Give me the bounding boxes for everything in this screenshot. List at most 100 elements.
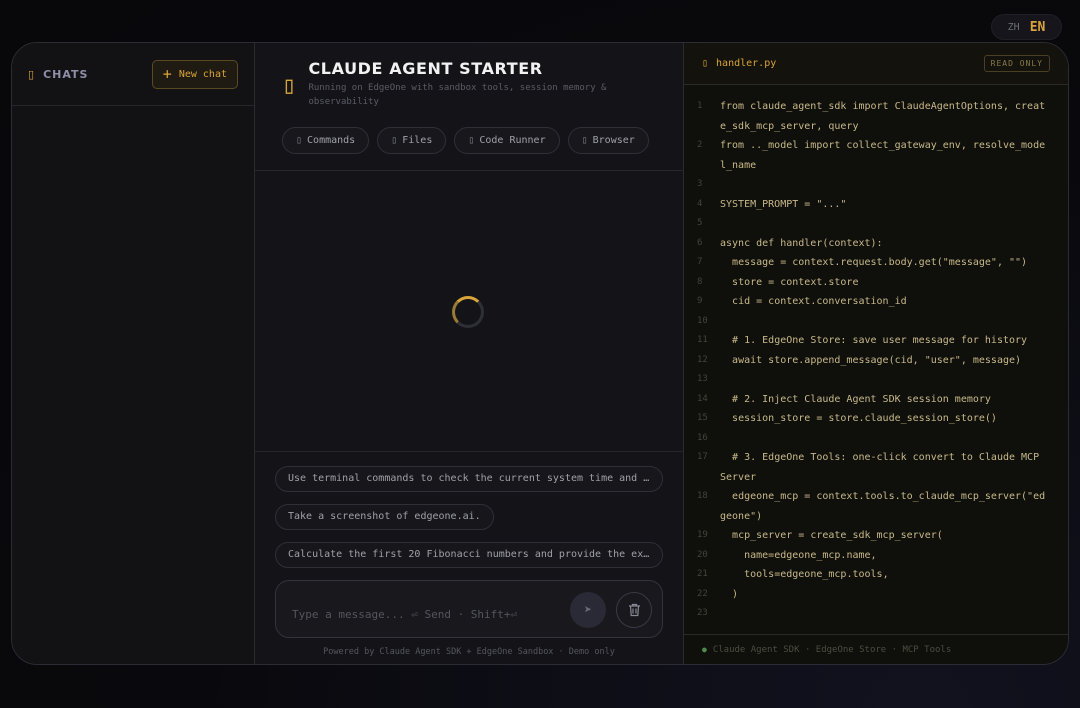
chat-list: [12, 106, 254, 664]
tab-files[interactable]: ▯ Files: [377, 127, 447, 154]
code-line: 13: [694, 370, 1050, 390]
input-placeholder: Type a message... ⏎ Send · Shift+⏎: [292, 608, 518, 621]
code-line: 7 message = context.request.body.get("me…: [694, 253, 1050, 273]
code-line: 9 cid = context.conversation_id: [694, 292, 1050, 312]
footer-note: Powered by Claude Agent SDK + EdgeOne Sa…: [323, 647, 615, 657]
code-text: from .._model import collect_gateway_env…: [720, 140, 1046, 171]
code-line: 6 async def handler(context):: [694, 234, 1050, 254]
code-text: cid = context.conversation_id: [720, 296, 907, 307]
suggestion-chip[interactable]: Take a screenshot of edgeone.ai.: [275, 504, 494, 530]
code-line: 21 tools=edgeone_mcp.tools,: [694, 565, 1050, 585]
clear-button[interactable]: [616, 592, 652, 628]
code-line: 8 store = context.store: [694, 273, 1050, 293]
language-toggle[interactable]: ZH EN: [991, 14, 1062, 40]
line-number: 11: [697, 335, 708, 345]
code-line: 19 mcp_server = create_sdk_mcp_server(: [694, 526, 1050, 546]
page-subtitle: Running on EdgeOne with sandbox tools, s…: [308, 83, 607, 107]
code-text: # 2. Inject Claude Agent SDK session mem…: [720, 393, 991, 405]
chat-header: ▯ CLAUDE AGENT STARTER Running on EdgeOn…: [255, 43, 683, 171]
line-number: 12: [697, 354, 708, 365]
tab-browser[interactable]: ▯ Browser: [567, 127, 649, 154]
code-text: session_store = store.claude_session_sto…: [720, 413, 997, 424]
terminal-icon: ▯: [296, 135, 303, 146]
code-line: 16: [694, 429, 1050, 449]
line-number: 14: [697, 393, 708, 404]
suggestion-chip[interactable]: Use terminal commands to check the curre…: [275, 466, 663, 492]
file-name: handler.py: [716, 58, 777, 69]
code-line: 22 ): [694, 585, 1050, 605]
line-number: 16: [697, 432, 708, 443]
logo-icon: ▯: [282, 71, 297, 99]
code-header: ▯ handler.py READ ONLY: [684, 43, 1068, 85]
line-number: 10: [697, 315, 708, 326]
code-line: 20 name=edgeone_mcp.name,: [694, 546, 1050, 566]
tab-commands[interactable]: ▯ Commands: [282, 127, 370, 154]
readonly-badge: READ ONLY: [983, 55, 1050, 72]
code-line: 4 SYSTEM_PROMPT = "...": [694, 195, 1050, 215]
line-number: 18: [697, 491, 708, 501]
line-number: 15: [697, 413, 708, 423]
line-number: 22: [697, 588, 708, 599]
tool-tabs: ▯ Commands ▯ Files ▯ Code Runner ▯ Brows…: [282, 127, 656, 154]
app-window: ▯ CHATS + New chat ▯ CLAUDE AGENT STARTE…: [11, 42, 1069, 665]
code-text: edgeone_mcp = context.tools.to_claude_mc…: [720, 491, 1046, 522]
code-line: 18 edgeone_mcp = context.tools.to_claude…: [694, 487, 1050, 526]
sidebar-header: ▯ CHATS + New chat: [12, 43, 254, 106]
line-number: 7: [697, 257, 703, 267]
file-tab: ▯ handler.py: [702, 58, 776, 69]
line-number: 1: [697, 101, 703, 111]
line-number: 3: [697, 179, 703, 189]
lang-en-option[interactable]: EN: [1030, 20, 1046, 35]
globe-icon: ▯: [581, 135, 588, 146]
code-line: 17 # 3. EdgeOne Tools: one-click convert…: [694, 448, 1050, 487]
tab-code-runner[interactable]: ▯ Code Runner: [454, 127, 560, 154]
status-dot-icon: ●: [702, 645, 707, 654]
line-number: 20: [697, 549, 708, 560]
line-number: 13: [697, 374, 708, 384]
tab-label: Browser: [592, 135, 635, 146]
file-icon: ▯: [702, 58, 709, 69]
code-text: mcp_server = create_sdk_mcp_server(: [720, 530, 943, 541]
code-footer: ● Claude Agent SDK · EdgeOne Store · MCP…: [684, 634, 1068, 664]
tab-label: Commands: [307, 135, 356, 146]
chat-panel: ▯ CLAUDE AGENT STARTER Running on EdgeOn…: [255, 43, 684, 664]
message-input[interactable]: Type a message... ⏎ Send · Shift+⏎ ➤: [275, 580, 663, 638]
line-number: 4: [697, 198, 703, 209]
code-text: # 3. EdgeOne Tools: one-click convert to…: [720, 452, 1046, 483]
page-title: CLAUDE AGENT STARTER: [308, 59, 543, 78]
code-text: await store.append_message(cid, "user", …: [720, 354, 1022, 366]
folder-icon: ▯: [391, 135, 398, 146]
lang-zh-option[interactable]: ZH: [1008, 22, 1020, 33]
send-button[interactable]: ➤: [570, 592, 606, 628]
code-icon: ▯: [468, 135, 475, 146]
code-text: ): [720, 588, 739, 600]
code-line: 5: [694, 214, 1050, 234]
code-text: # 1. EdgeOne Store: save user message fo…: [720, 335, 1028, 346]
message-area: [255, 171, 683, 452]
tab-label: Code Runner: [479, 135, 546, 146]
line-number: 6: [697, 237, 703, 248]
code-text: SYSTEM_PROMPT = "...": [720, 198, 847, 210]
code-line: 3: [694, 175, 1050, 195]
line-number: 17: [697, 452, 708, 462]
code-text: async def handler(context):: [720, 237, 883, 249]
line-number: 19: [697, 530, 708, 540]
new-chat-label: New chat: [178, 68, 227, 80]
code-text: from claude_agent_sdk import ClaudeAgent…: [720, 101, 1046, 132]
suggestion-chip[interactable]: Calculate the first 20 Fibonacci numbers…: [275, 542, 663, 568]
trash-icon: [628, 603, 640, 617]
code-line: 1 from claude_agent_sdk import ClaudeAgen…: [694, 97, 1050, 136]
code-line: 14 # 2. Inject Claude Agent SDK session …: [694, 390, 1050, 410]
line-number: 5: [697, 218, 703, 228]
code-viewer[interactable]: 1 from claude_agent_sdk import ClaudeAgen…: [684, 85, 1068, 634]
send-icon: ➤: [584, 602, 592, 618]
new-chat-button[interactable]: + New chat: [151, 59, 238, 89]
plus-icon: +: [162, 64, 172, 83]
code-line: 11 # 1. EdgeOne Store: save user message…: [694, 331, 1050, 351]
composer: Use terminal commands to check the curre…: [255, 452, 683, 664]
line-number: 8: [697, 276, 703, 287]
